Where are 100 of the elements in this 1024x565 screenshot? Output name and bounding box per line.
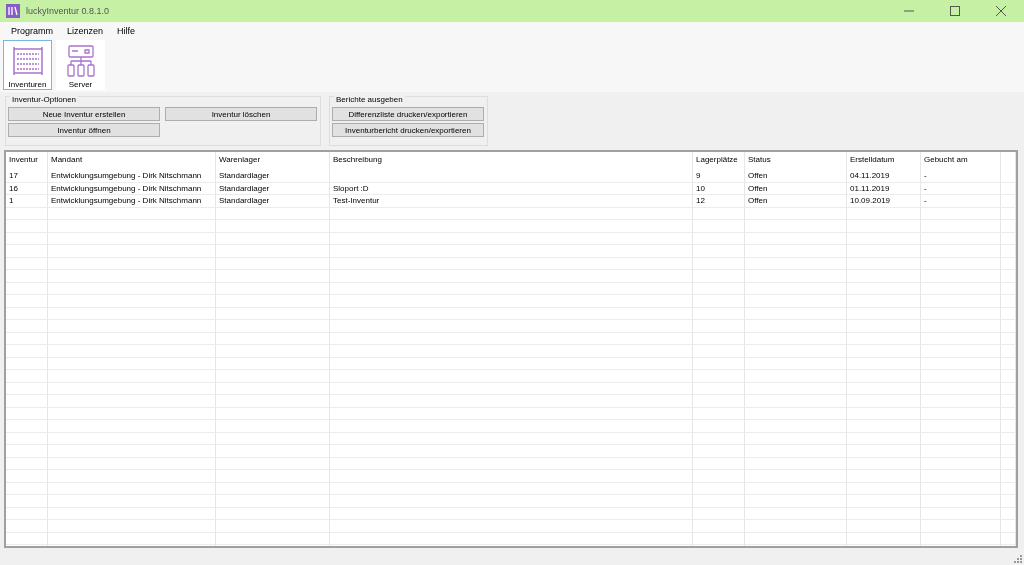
empty-cell (1001, 220, 1016, 233)
empty-cell (693, 507, 745, 520)
empty-cell (6, 532, 48, 545)
empty-cell (1001, 320, 1016, 333)
table-cell: - (921, 182, 1001, 195)
empty-cell (6, 470, 48, 483)
empty-cell (693, 370, 745, 383)
empty-cell (1001, 195, 1016, 208)
empty-cell (693, 495, 745, 508)
empty-cell (1001, 245, 1016, 258)
empty-cell (1001, 407, 1016, 420)
column-header[interactable]: Warenlager (216, 152, 330, 170)
empty-cell (693, 482, 745, 495)
action-button[interactable]: Neue Inventur erstellen (8, 107, 160, 121)
toolbar-button[interactable]: Server (56, 40, 105, 90)
empty-cell (693, 245, 745, 258)
empty-cell (6, 207, 48, 220)
column-header[interactable]: Status (745, 152, 847, 170)
column-header[interactable]: Inventur (6, 152, 48, 170)
empty-cell (693, 407, 745, 420)
empty-cell (6, 220, 48, 233)
table-cell: Test-Inventur (330, 195, 693, 208)
empty-cell (693, 345, 745, 358)
empty-cell (693, 445, 745, 458)
empty-cell (1001, 370, 1016, 383)
action-button[interactable]: Inventur öffnen (8, 123, 160, 137)
table-cell: Standardlager (216, 195, 330, 208)
table-cell: Sloport :D (330, 182, 693, 195)
close-icon[interactable] (996, 6, 1006, 16)
empty-cell (693, 207, 745, 220)
empty-cell (1001, 307, 1016, 320)
empty-cell (6, 420, 48, 433)
menu-item[interactable]: Programm (4, 26, 60, 36)
empty-cell (1001, 170, 1016, 183)
column-header[interactable]: Beschreibung (330, 152, 693, 170)
empty-cell (693, 270, 745, 283)
empty-cell (693, 520, 745, 533)
table-cell: Entwicklungsumgebung - Dirk Nitschmann (48, 170, 216, 183)
empty-cell (6, 232, 48, 245)
empty-cell (693, 320, 745, 333)
column-header[interactable]: Gebucht am (921, 152, 1001, 170)
empty-cell (1001, 432, 1016, 445)
empty-cell (693, 257, 745, 270)
action-button[interactable]: Differenzliste drucken/exportieren (332, 107, 484, 121)
empty-cell (1001, 520, 1016, 533)
empty-cell (6, 307, 48, 320)
empty-cell (6, 332, 48, 345)
column-header[interactable]: Lagerplätze (693, 152, 745, 170)
empty-cell (6, 270, 48, 283)
empty-cell (693, 332, 745, 345)
table-cell: 10.09.2019 (847, 195, 921, 208)
empty-cell (693, 282, 745, 295)
empty-cell (6, 407, 48, 420)
empty-cell (6, 520, 48, 533)
empty-cell (693, 470, 745, 483)
empty-cell (6, 320, 48, 333)
empty-cell (693, 457, 745, 470)
empty-cell (693, 295, 745, 308)
table-cell: Standardlager (216, 182, 330, 195)
column-header[interactable]: Mandant (48, 152, 216, 170)
table-cell: Entwicklungsumgebung - Dirk Nitschmann (48, 195, 216, 208)
empty-cell (693, 382, 745, 395)
empty-cell (1001, 332, 1016, 345)
table-cell: 9 (693, 170, 745, 183)
group-title: Berichte ausgeben (334, 95, 405, 104)
maximize-icon[interactable] (950, 6, 960, 16)
empty-cell (6, 382, 48, 395)
resize-grip-icon[interactable] (1014, 555, 1022, 563)
toolbar-button[interactable]: Inventuren (3, 40, 52, 90)
action-button[interactable]: Inventur löschen (165, 107, 317, 121)
empty-cell (6, 345, 48, 358)
empty-cell (1001, 445, 1016, 458)
empty-cell (6, 457, 48, 470)
column-header[interactable]: Erstelldatum (847, 152, 921, 170)
empty-cell (693, 432, 745, 445)
table-cell: - (921, 170, 1001, 183)
empty-cell (693, 307, 745, 320)
empty-cell (1001, 345, 1016, 358)
empty-cell (6, 395, 48, 408)
action-button[interactable]: Inventurbericht drucken/exportieren (332, 123, 484, 137)
empty-cell (1001, 470, 1016, 483)
empty-cell (1001, 382, 1016, 395)
menu-item[interactable]: Hilfe (110, 26, 143, 36)
empty-cell (1001, 420, 1016, 433)
table-cell: Offen (745, 170, 847, 183)
table-cell: Offen (745, 182, 847, 195)
empty-cell (1001, 207, 1016, 220)
empty-cell (693, 232, 745, 245)
menu-item[interactable]: Lizenzen (60, 26, 111, 36)
table-cell: 1 (6, 195, 48, 208)
empty-cell (6, 495, 48, 508)
empty-cell (1001, 270, 1016, 283)
group-title: Inventur-Optionen (10, 95, 79, 104)
empty-cell (693, 420, 745, 433)
empty-cell (1001, 257, 1016, 270)
empty-cell (6, 295, 48, 308)
empty-cell (693, 220, 745, 233)
empty-cell (693, 357, 745, 370)
empty-cell (693, 395, 745, 408)
empty-cell (1001, 395, 1016, 408)
